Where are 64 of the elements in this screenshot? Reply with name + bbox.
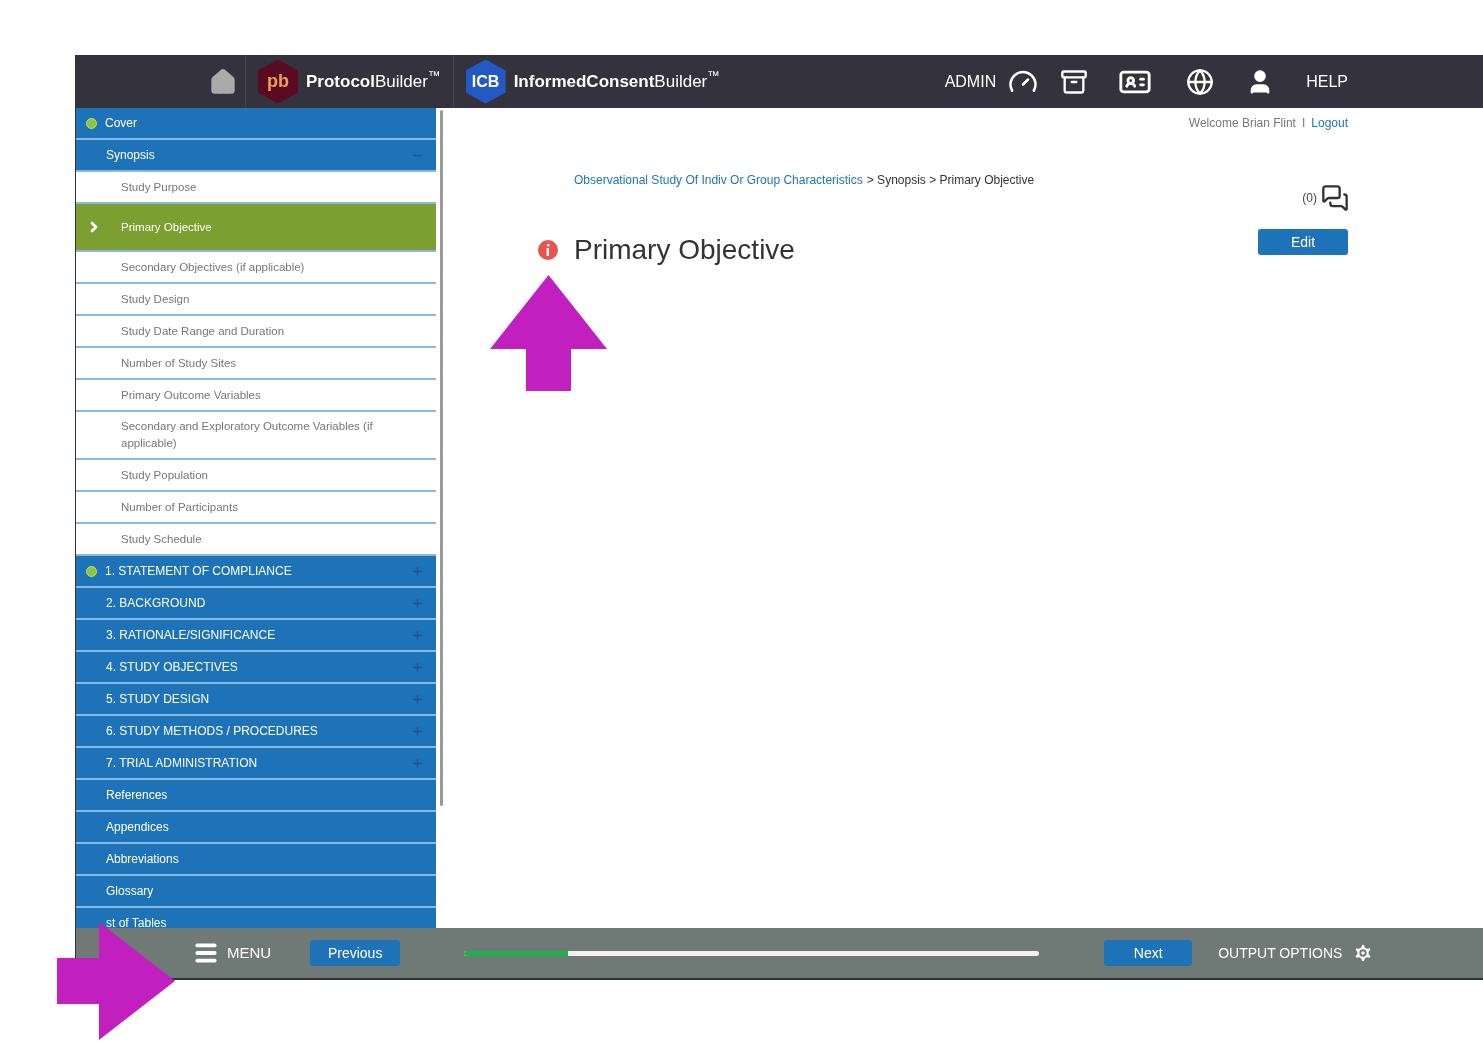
product-name[interactable]: InformedConsentBuilder$^{™}$ <box>513 68 721 95</box>
section-item[interactable]: st of Tables <box>76 908 436 928</box>
section-item[interactable]: Appendices <box>76 812 436 844</box>
edit-button[interactable]: Edit <box>1258 229 1348 255</box>
section-label: Synopsis <box>106 147 156 164</box>
welcome-text: Welcome Brian Flint <box>1188 115 1296 132</box>
section-label: Cover <box>105 115 138 132</box>
section-label: Appendices <box>106 819 170 836</box>
nav-label: Secondary and Exploratory Outcome Variables (if applicable) <box>121 419 374 451</box>
icb-logo[interactable]: ICB <box>465 59 506 104</box>
section-label: 2. BACKGROUND <box>106 595 207 612</box>
admin-link[interactable]: ADMIN <box>944 69 997 94</box>
section-label: References <box>106 787 169 804</box>
nav-label: Study Purpose <box>121 179 197 195</box>
info-icon[interactable] <box>538 240 558 260</box>
section-item[interactable]: Glossary <box>76 876 436 908</box>
section-label: st of Tables <box>106 915 168 928</box>
section-item[interactable]: 5. STUDY DESIGN <box>76 684 436 716</box>
section-label: 3. RATIONALE/SIGNIFICANCE <box>106 627 277 644</box>
section-label: Glossary <box>106 883 155 900</box>
nav-label: Secondary Objectives (if applicable) <box>121 259 305 275</box>
globe-icon[interactable] <box>1186 67 1215 96</box>
menu-label[interactable]: MENU <box>227 941 272 965</box>
section-item[interactable]: References <box>76 780 436 812</box>
breadcrumb-text: > Synopsis > Primary Objective <box>866 172 1035 189</box>
next-button[interactable]: Next <box>1104 940 1193 966</box>
section-item[interactable]: 3. RATIONALE/SIGNIFICANCE <box>76 620 436 652</box>
section-item[interactable]: 7. TRIAL ADMINISTRATION <box>76 748 436 780</box>
section-item[interactable]: Abbreviations <box>76 844 436 876</box>
section-item[interactable]: Synopsis <box>76 140 436 172</box>
nav-label: Study Population <box>121 467 208 483</box>
nav-label: Primary Outcome Variables <box>121 387 261 403</box>
nav-label: Primary Objective <box>121 219 212 235</box>
comments-icon[interactable] <box>1321 184 1349 212</box>
section-item[interactable]: 6. STUDY METHODS / PROCEDURES <box>76 716 436 748</box>
help-link[interactable]: HELP <box>1306 69 1348 94</box>
nav-label: Number of Participants <box>121 499 238 515</box>
product-name[interactable]: ProtocolBuilder$^{™}$ <box>306 68 441 95</box>
section-item[interactable]: 4. STUDY OBJECTIVES <box>76 652 436 684</box>
section-item[interactable]: Cover <box>76 108 436 140</box>
nav-label: Study Schedule <box>121 531 202 547</box>
home-icon[interactable] <box>209 67 237 96</box>
section-item[interactable]: 1. STATEMENT OF COMPLIANCE <box>76 556 436 588</box>
section-label: Abbreviations <box>106 851 180 868</box>
output-options-label[interactable]: OUTPUT OPTIONS <box>1218 942 1343 964</box>
previous-button[interactable]: Previous <box>310 940 401 966</box>
nav-label: Number of Study Sites <box>121 355 237 371</box>
separator-text: I <box>1301 115 1306 132</box>
page-title: Primary Objective <box>574 233 795 267</box>
pb-logo[interactable]: pb <box>258 59 298 104</box>
section-label: 4. STUDY OBJECTIVES <box>106 659 239 676</box>
nav-item[interactable]: Primary Objective <box>76 204 436 252</box>
logout-link[interactable]: Logout <box>1311 114 1348 132</box>
comment-count: (0) <box>1302 190 1317 207</box>
nav-label: Study Design <box>121 291 190 307</box>
section-label: 6. STUDY METHODS / PROCEDURES <box>106 723 319 740</box>
section-label: 7. TRIAL ADMINISTRATION <box>106 755 259 772</box>
section-label: 5. STUDY DESIGN <box>106 691 211 708</box>
drawer-icon[interactable] <box>1060 67 1089 96</box>
nav-label: Study Date Range and Duration <box>121 323 285 339</box>
scrollbar[interactable] <box>439 110 443 806</box>
section-label: 1. STATEMENT OF COMPLIANCE <box>105 563 293 580</box>
section-item[interactable]: 2. BACKGROUND <box>76 588 436 620</box>
breadcrumb-link[interactable]: Observational Study Of Indiv Or Group Characteristics <box>574 171 863 189</box>
